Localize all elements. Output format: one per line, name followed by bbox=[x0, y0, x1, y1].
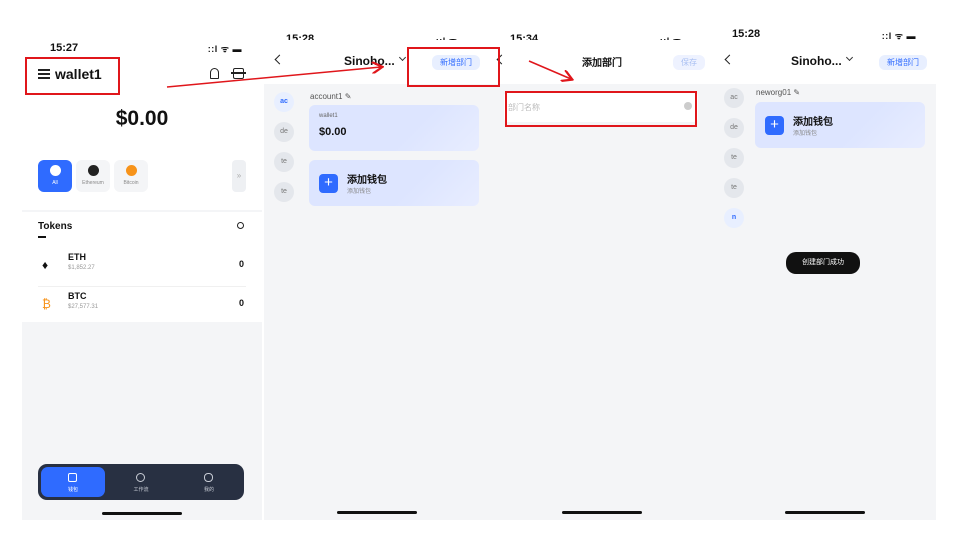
annotation-arrows bbox=[166, 60, 962, 88]
arrow-to-input bbox=[528, 60, 571, 79]
arrow-to-add-department bbox=[166, 67, 381, 88]
